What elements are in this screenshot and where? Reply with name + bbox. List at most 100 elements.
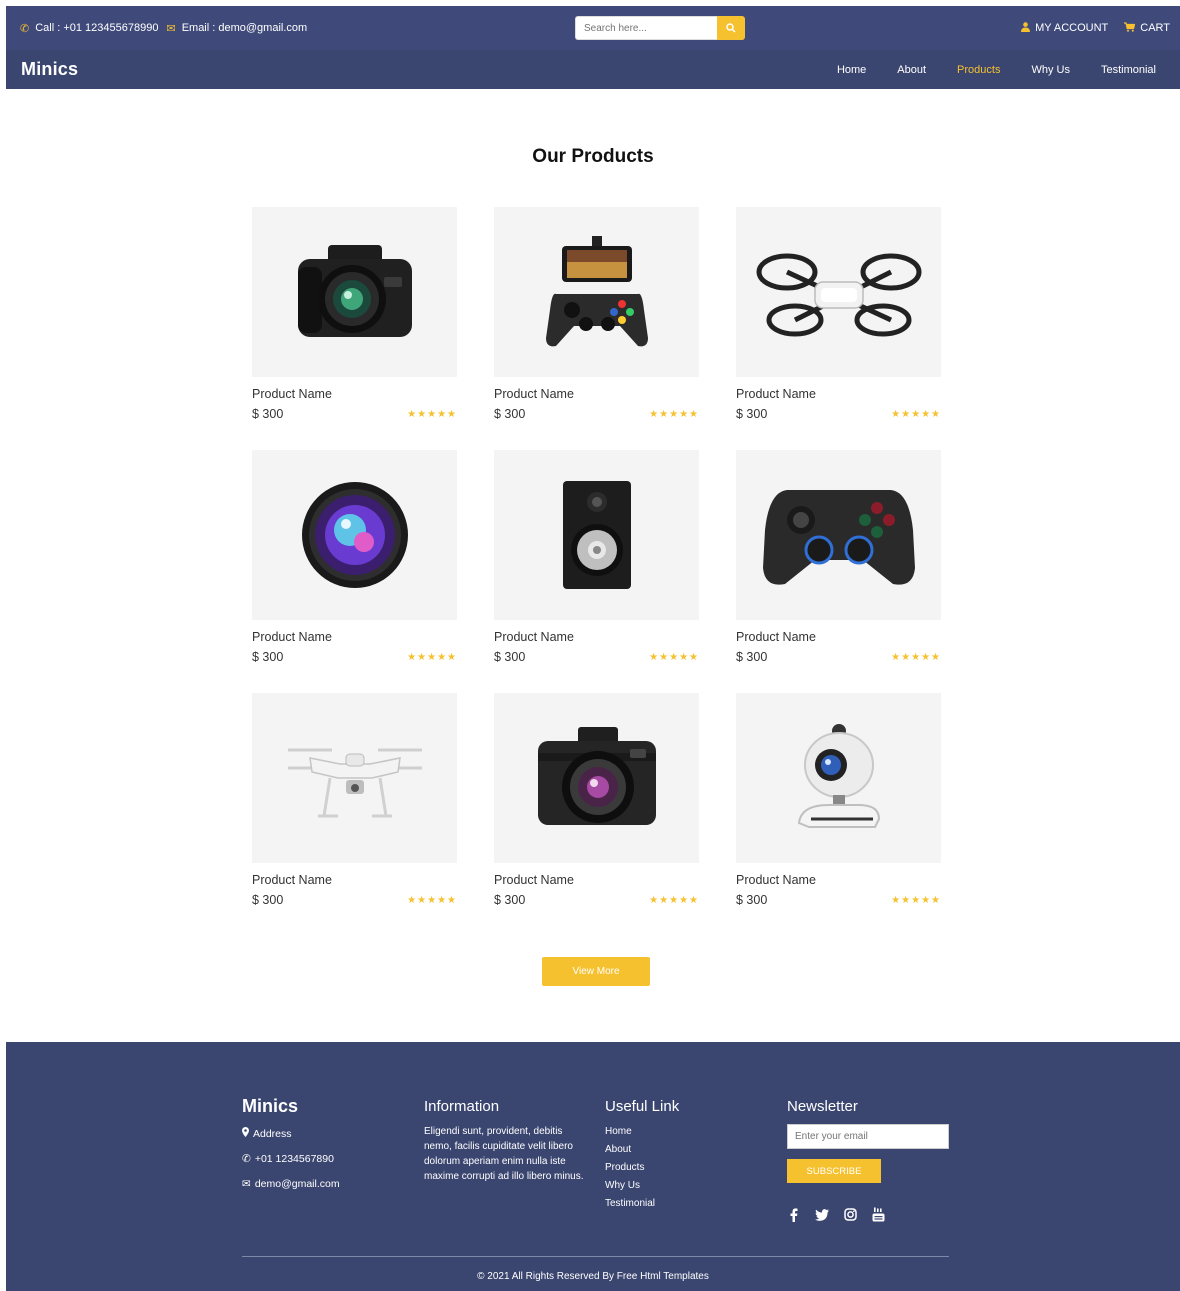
footer-link-about[interactable]: About	[605, 1141, 679, 1159]
product-card[interactable]: Product Name $ 300 ★★★★★	[494, 450, 699, 664]
footer-link-products[interactable]: Products	[605, 1159, 679, 1177]
search-form	[575, 16, 745, 40]
footer-links-column: Useful Link Home About Products Why Us T…	[605, 1098, 679, 1213]
phone-icon: ✆	[242, 1153, 251, 1165]
info-title: Information	[424, 1098, 500, 1115]
product-image[interactable]	[252, 450, 457, 620]
email-text: Email : demo@gmail.com	[181, 22, 308, 34]
nav-testimonial[interactable]: Testimonial	[1101, 64, 1156, 76]
cart-label: CART	[1140, 22, 1170, 34]
product-image[interactable]	[736, 207, 941, 377]
nav-about[interactable]: About	[897, 64, 926, 76]
product-card[interactable]: Product Name $ 300 ★★★★★	[252, 450, 457, 664]
product-image[interactable]	[494, 450, 699, 620]
cart-icon	[1124, 21, 1136, 35]
product-price: $ 300	[494, 650, 526, 664]
star-rating: ★★★★★	[891, 408, 941, 420]
footer-address: Address	[242, 1127, 340, 1140]
product-name: Product Name	[736, 387, 816, 401]
footer-newsletter-column: Newsletter SUBSCRIBE	[787, 1098, 949, 1222]
mini-drone-icon	[756, 253, 921, 337]
footer-brand-column: Minics Address ✆ +01 1234567890 ✉ demo@g…	[242, 1096, 340, 1190]
star-rating: ★★★★★	[891, 651, 941, 663]
envelope-icon: ✉	[242, 1178, 251, 1190]
product-price: $ 300	[736, 407, 768, 421]
star-rating: ★★★★★	[649, 651, 699, 663]
nav-why-us[interactable]: Why Us	[1031, 64, 1070, 76]
product-image[interactable]	[736, 693, 941, 863]
product-name: Product Name	[252, 387, 332, 401]
subscribe-button[interactable]: SUBSCRIBE	[787, 1159, 881, 1183]
copyright: © 2021 All Rights Reserved By Free Html …	[477, 1271, 709, 1282]
envelope-icon: ✉	[166, 22, 176, 35]
star-rating: ★★★★★	[407, 894, 457, 906]
product-image[interactable]	[736, 450, 941, 620]
nav-home[interactable]: Home	[837, 64, 866, 76]
product-grid: Product Name $ 300 ★★★★★ Product Name $ …	[252, 207, 942, 907]
footer-link-home[interactable]: Home	[605, 1123, 679, 1141]
product-name: Product Name	[494, 630, 574, 644]
product-card[interactable]: Product Name $ 300 ★★★★★	[736, 450, 941, 664]
search-button[interactable]	[717, 16, 745, 40]
footer-brand: Minics	[242, 1096, 299, 1116]
phone-text: +01 1234567890	[254, 1153, 334, 1165]
navbar: Minics Home About Products Why Us Testim…	[6, 50, 1180, 89]
contact-info: ✆ Call : +01 123455678990 ✉ Email : demo…	[20, 22, 307, 35]
product-card[interactable]: Product Name $ 300 ★★★★★	[252, 207, 457, 421]
footer: Minics Address ✆ +01 1234567890 ✉ demo@g…	[6, 1042, 1180, 1291]
footer-link-why-us[interactable]: Why Us	[605, 1177, 679, 1195]
product-card[interactable]: Product Name $ 300 ★★★★★	[736, 207, 941, 421]
product-name: Product Name	[736, 630, 816, 644]
product-name: Product Name	[494, 873, 574, 887]
product-price: $ 300	[494, 407, 526, 421]
brand-logo[interactable]: Minics	[21, 59, 78, 80]
product-image[interactable]	[494, 693, 699, 863]
product-price: $ 300	[736, 893, 768, 907]
product-price: $ 300	[494, 893, 526, 907]
star-rating: ★★★★★	[407, 408, 457, 420]
instagram-icon[interactable]	[843, 1208, 857, 1221]
gamepad-icon	[762, 490, 915, 585]
product-image[interactable]	[252, 693, 457, 863]
product-name: Product Name	[736, 873, 816, 887]
product-price: $ 300	[252, 407, 284, 421]
facebook-icon[interactable]	[787, 1207, 801, 1222]
footer-phone: ✆ +01 1234567890	[242, 1153, 340, 1165]
newsletter-title: Newsletter	[787, 1098, 858, 1115]
star-rating: ★★★★★	[649, 408, 699, 420]
product-card[interactable]: Product Name $ 300 ★★★★★	[494, 693, 699, 907]
newsletter-email-input[interactable]	[787, 1124, 949, 1149]
dslr-camera-icon	[297, 245, 412, 337]
phone-icon: ✆	[20, 22, 30, 35]
twitter-icon[interactable]	[815, 1208, 829, 1221]
footer-link-testimonial[interactable]: Testimonial	[605, 1195, 679, 1213]
star-rating: ★★★★★	[891, 894, 941, 906]
product-card[interactable]: Product Name $ 300 ★★★★★	[252, 693, 457, 907]
page: ✆ Call : +01 123455678990 ✉ Email : demo…	[6, 6, 1180, 1291]
product-name: Product Name	[252, 630, 332, 644]
star-rating: ★★★★★	[407, 651, 457, 663]
product-image[interactable]	[494, 207, 699, 377]
top-bar: ✆ Call : +01 123455678990 ✉ Email : demo…	[6, 6, 1180, 50]
product-price: $ 300	[252, 893, 284, 907]
cart-link[interactable]: CART	[1124, 21, 1170, 35]
social-links	[787, 1207, 949, 1222]
my-account-label: MY ACCOUNT	[1035, 22, 1109, 34]
drone-icon	[287, 748, 422, 818]
search-input[interactable]	[575, 16, 717, 40]
product-image[interactable]	[252, 207, 457, 377]
nav-products[interactable]: Products	[957, 64, 1000, 76]
product-name: Product Name	[252, 873, 332, 887]
product-card[interactable]: Product Name $ 300 ★★★★★	[736, 693, 941, 907]
youtube-icon[interactable]	[871, 1207, 885, 1222]
map-pin-icon	[242, 1127, 249, 1140]
footer-divider	[242, 1256, 949, 1257]
my-account-link[interactable]: MY ACCOUNT	[1021, 21, 1109, 35]
product-price: $ 300	[736, 650, 768, 664]
user-icon	[1021, 21, 1031, 35]
address-text: Address	[253, 1127, 292, 1140]
email-text: demo@gmail.com	[254, 1178, 340, 1190]
links-title: Useful Link	[605, 1098, 680, 1115]
view-more-button[interactable]: View More	[542, 957, 650, 986]
product-card[interactable]: Product Name $ 300 ★★★★★	[494, 207, 699, 421]
